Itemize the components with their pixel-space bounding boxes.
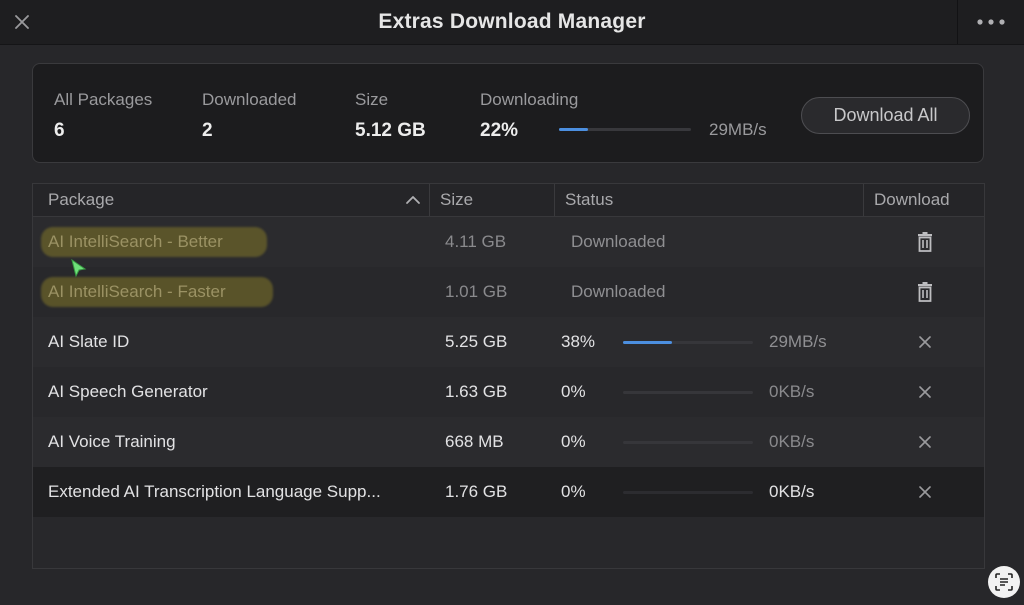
package-speed: 0KB/s [769,382,815,401]
window-title: Extras Download Manager [378,10,646,33]
stat-value: 22% [480,120,519,141]
cancel-icon [919,336,931,348]
package-size: 5.25 GB [445,332,508,351]
column-divider[interactable] [863,184,864,216]
overall-progress-bar [559,128,691,131]
mouse-cursor-icon [71,258,87,278]
package-speed: 29MB/s [769,332,827,351]
package-size: 1.76 GB [445,482,508,501]
text-recognition-button[interactable] [988,566,1020,598]
package-name: AI Slate ID [48,332,130,351]
packages-table: Package Size Status Download AI IntelliS… [32,183,985,569]
stat-value: 5.12 GB [355,120,426,141]
column-label: Size [440,190,474,209]
trash-icon [918,282,932,302]
package-progress-bar [623,491,753,494]
package-speed: 0KB/s [769,432,815,451]
cancel-icon [919,436,931,448]
delete-button[interactable] [913,280,937,304]
stat-value: 2 [202,120,213,141]
column-label: Status [565,190,614,209]
delete-button[interactable] [913,230,937,254]
package-percent: 0% [561,432,586,451]
cancel-download-button[interactable] [913,430,937,454]
package-percent: 0% [561,382,586,401]
stat-label: Downloading [480,90,579,109]
column-header-size[interactable]: Size [440,184,550,216]
more-options-button[interactable] [957,0,1024,44]
table-row[interactable]: Extended AI Transcription Language Supp.… [33,467,984,517]
column-header-status[interactable]: Status [565,184,855,216]
cancel-icon [919,486,931,498]
download-manager-window: Extras Download Manager All Packages 6 D… [0,0,1024,605]
column-label: Package [48,190,115,209]
download-all-button[interactable]: Download All [801,97,970,134]
package-percent: 0% [561,482,586,501]
cancel-download-button[interactable] [913,380,937,404]
table-row[interactable]: AI IntelliSearch - Better 4.11 GB Downlo… [33,217,984,267]
package-name: Extended AI Transcription Language Supp.… [48,482,381,501]
package-progress-bar [623,341,753,344]
stat-label: All Packages [54,90,153,109]
package-name: AI Speech Generator [48,382,208,401]
column-divider[interactable] [429,184,430,216]
package-percent: 38% [561,332,596,351]
cancel-download-button[interactable] [913,480,937,504]
package-size: 1.01 GB [445,282,508,301]
summary-panel: All Packages 6 Downloaded 2 Size 5.12 GB… [32,63,984,163]
title-bar: Extras Download Manager [0,0,1024,45]
table-row[interactable]: AI IntelliSearch - Faster 1.01 GB Downlo… [33,267,984,317]
stat-value: 6 [54,120,65,141]
column-divider[interactable] [554,184,555,216]
package-status: Downloaded [571,232,666,251]
table-row[interactable]: AI Slate ID 5.25 GB 38% 29MB/s [33,317,984,367]
package-progress-bar [623,441,753,444]
package-status: Downloaded [571,282,666,301]
package-size: 4.11 GB [445,232,507,251]
table-header: Package Size Status Download [33,184,984,217]
stat-label: Size [355,90,389,109]
package-name: AI Voice Training [48,432,176,451]
scan-text-icon [995,573,1013,591]
column-header-package[interactable]: Package [48,184,428,216]
table-row[interactable]: AI Voice Training 668 MB 0% 0KB/s [33,417,984,467]
cancel-download-button[interactable] [913,330,937,354]
cancel-icon [919,386,931,398]
more-horizontal-icon [977,19,1005,25]
overall-speed: 29MB/s [709,120,767,139]
package-size: 1.63 GB [445,382,508,401]
stat-label: Downloaded [202,90,297,109]
table-row[interactable]: AI Speech Generator 1.63 GB 0% 0KB/s [33,367,984,417]
overall-progress-fill [559,128,589,131]
package-size: 668 MB [445,432,504,451]
trash-icon [918,232,932,252]
package-progress-fill [623,341,673,344]
package-progress-bar [623,391,753,394]
column-label: Download [874,190,950,209]
package-speed: 0KB/s [769,482,815,501]
column-header-download[interactable]: Download [874,184,984,216]
sort-ascending-icon[interactable] [405,193,421,207]
